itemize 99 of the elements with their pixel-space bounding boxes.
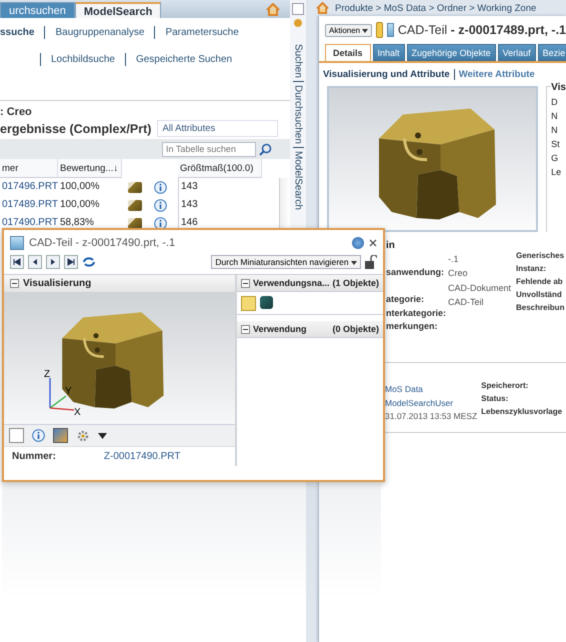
attribute-label: Instanz:: [516, 264, 548, 274]
source-label: : Creo: [0, 106, 33, 118]
section-title: Verwendungsna...: [252, 278, 330, 288]
section-header[interactable]: Verwendungsna... (1 Objekte): [236, 275, 383, 292]
next-icon[interactable]: [46, 255, 60, 269]
last-icon[interactable]: [64, 255, 78, 269]
tab[interactable]: Inhalt: [372, 44, 405, 61]
breadcrumb[interactable]: Produkte > MoS Data > Ordner > Working Zone: [335, 2, 536, 14]
table-cell[interactable]: 017496.PRT: [0, 178, 58, 196]
attribute-label: N: [551, 125, 559, 135]
attribute-value: CAD-Teil: [448, 296, 485, 308]
field-value[interactable]: Z-00017490.PRT: [104, 451, 180, 462]
collapse-icon[interactable]: [240, 278, 250, 288]
close-icon[interactable]: [369, 239, 377, 247]
part-thumbnail-icon[interactable]: [128, 200, 142, 210]
attribute-link[interactable]: MoS Data: [385, 384, 478, 395]
section-title: Visualisierung: [23, 278, 92, 289]
attribute-filter[interactable]: All Attributes: [157, 120, 278, 137]
search-link[interactable]: ssuche: [0, 26, 44, 39]
attribute-label: nterkategorie:: [386, 308, 444, 319]
refresh-icon[interactable]: [82, 256, 96, 268]
table-cell[interactable]: 017489.PRT: [0, 196, 58, 214]
attribute-value: 31.07.2013 13:53 MESZ: [385, 411, 478, 422]
table-cell-text: 58,83%: [59, 216, 95, 230]
collapse-icon[interactable]: [240, 324, 250, 334]
table-cell[interactable]: 017490.PRT: [0, 214, 58, 232]
tab[interactable]: urchsuchen: [0, 2, 75, 18]
attribute-label: Unvollständ: [516, 290, 563, 300]
table-cell: 143: [178, 178, 262, 196]
table-cell-text: 100,00%: [59, 180, 100, 194]
section-title: in: [386, 240, 395, 251]
attribute-label: Beschreibun: [516, 303, 564, 313]
attribute-label: Fehlende ab: [516, 277, 564, 287]
column-header[interactable]: Größtmaß(100.0): [178, 159, 262, 178]
table-cell: 143: [178, 196, 262, 214]
tab[interactable]: ModelSearch: [74, 2, 162, 18]
model-viewer[interactable]: [327, 86, 538, 232]
previous-icon[interactable]: [28, 255, 42, 269]
tab[interactable]: Zugehörige Objekte: [406, 44, 496, 61]
search-icon[interactable]: [259, 142, 272, 156]
attribute-value: -.1: [448, 254, 460, 266]
attribute-label: St: [551, 139, 561, 149]
caret-icon[interactable]: [362, 28, 368, 32]
window-title: CAD-Teil - z-00017490.prt, -.1: [29, 237, 176, 249]
column-header[interactable]: mer: [0, 159, 58, 178]
axis-triad-drawing: X Y Z: [40, 368, 84, 416]
attribute-label: Generisches: [516, 251, 564, 261]
attribute-label: Lebenszyklusvorlage: [481, 407, 562, 417]
object-title: CAD-Teil - z-00017489.prt, -.1: [398, 23, 566, 37]
field-label: Nummer:: [12, 451, 56, 462]
side-tab[interactable]: ModelSearch: [292, 146, 304, 213]
attribute-value: Creo: [448, 268, 469, 280]
attribute-label: Status:: [481, 394, 510, 404]
caret-icon[interactable]: [98, 432, 107, 438]
tab[interactable]: Details: [325, 44, 371, 61]
attribute-label: Speicherort:: [481, 381, 530, 391]
tab[interactable]: Verlauf: [498, 44, 536, 61]
part-thumbnail-icon[interactable]: [128, 218, 142, 228]
attribute-label: Le: [551, 167, 562, 177]
search-link[interactable]: Gespeicherte Suchen: [124, 53, 242, 66]
attribute-label: G: [551, 153, 560, 163]
attribute-label: N: [551, 111, 559, 121]
attribute-link[interactable]: ModelSearchUser: [385, 398, 478, 408]
navigate-dropdown[interactable]: Durch Miniaturansichten navigieren: [211, 255, 361, 269]
attribute-label: D: [551, 97, 559, 107]
tab[interactable]: Bezie: [538, 44, 566, 61]
table-search-field[interactable]: In Tabelle suchen: [162, 142, 256, 156]
section-title: Verwendung: [252, 324, 306, 334]
search-link[interactable]: Lochbildsuche: [40, 53, 125, 66]
info-icon[interactable]: [32, 429, 45, 442]
search-link[interactable]: Parametersuche: [154, 26, 249, 39]
settings-icon[interactable]: [76, 428, 90, 442]
collapse-icon[interactable]: [10, 279, 19, 288]
results-title: ergebnisse (Complex/Prt): [0, 122, 152, 136]
attribute-label: merkungen:: [386, 320, 439, 332]
object-count: (0 Objekte): [332, 324, 379, 334]
info-icon[interactable]: [154, 216, 167, 230]
part-thumbnail-icon[interactable]: [128, 182, 142, 192]
side-tab[interactable]: Suchen: [292, 41, 304, 81]
attribute-label: sanwendung:: [386, 267, 444, 278]
unlocked-lock-icon[interactable]: [365, 255, 377, 269]
attribute-label: ategorie:: [386, 294, 426, 306]
info-icon[interactable]: [154, 180, 167, 194]
sub-tab-link[interactable]: Visualisierung und Attribute: [323, 69, 454, 80]
attribute-value: CAD-Dokument: [448, 282, 512, 294]
caret-icon[interactable]: [351, 261, 357, 265]
actions-button[interactable]: Aktionen: [325, 24, 372, 36]
column-header[interactable]: Bewertung...↓: [58, 159, 122, 178]
section-header[interactable]: Verwendung (0 Objekte): [236, 321, 383, 338]
first-icon[interactable]: [10, 255, 24, 269]
model-viewer[interactable]: X Y Z: [4, 292, 235, 424]
info-icon[interactable]: [154, 198, 167, 212]
table-cell-text: 100,00%: [59, 198, 100, 212]
object-count: (1 Objekte): [332, 278, 379, 288]
section-header[interactable]: Visualisierung: [4, 275, 235, 292]
panel-title: Vis: [551, 82, 566, 93]
sub-tab-link[interactable]: Weitere Attribute: [454, 69, 539, 80]
search-link[interactable]: Baugruppenanalyse: [44, 26, 154, 39]
side-tab[interactable]: Durchsuchen: [292, 80, 304, 147]
